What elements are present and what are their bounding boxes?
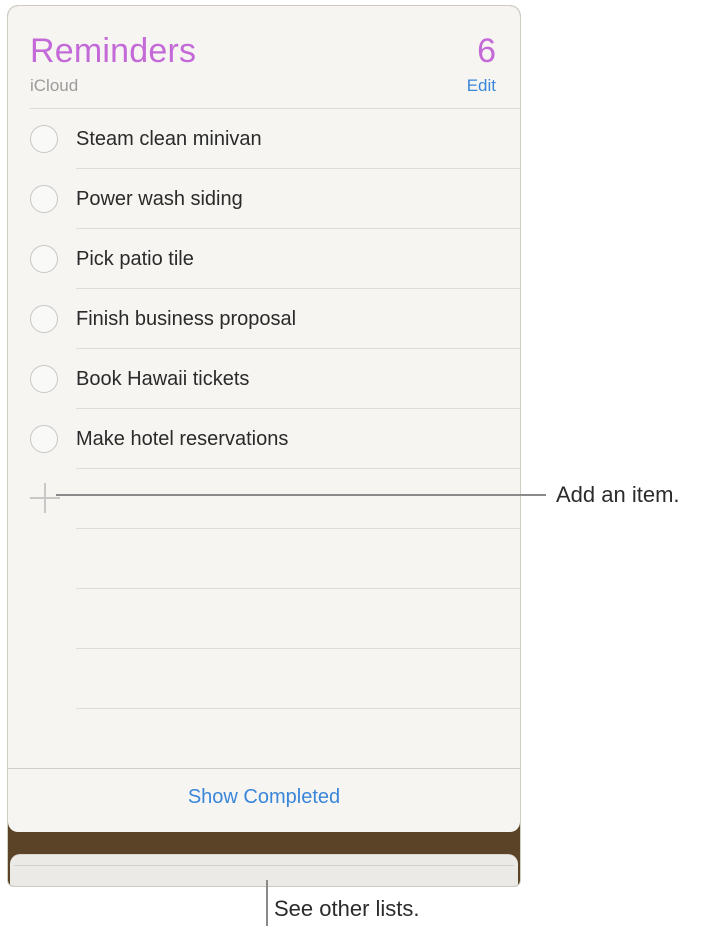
circle-icon[interactable] bbox=[30, 125, 58, 153]
footer-divider bbox=[8, 768, 520, 769]
reminders-app: Reminders 6 iCloud Edit Steam clean mini… bbox=[8, 6, 520, 886]
row-divider bbox=[76, 708, 520, 709]
add-item-callout-label: Add an item. bbox=[556, 482, 680, 507]
circle-icon[interactable] bbox=[30, 305, 58, 333]
plus-icon[interactable] bbox=[30, 483, 60, 513]
reminder-text[interactable]: Book Hawaii tickets bbox=[76, 368, 249, 391]
reminder-item[interactable]: Steam clean minivan bbox=[8, 109, 520, 169]
reminder-item[interactable]: Pick patio tile bbox=[8, 229, 520, 289]
reminders-list: Steam clean minivan Power wash siding Pi… bbox=[8, 109, 520, 709]
screenshot: Reminders 6 iCloud Edit Steam clean mini… bbox=[0, 0, 718, 942]
other-lists-callout-label: See other lists. bbox=[274, 896, 420, 921]
reminder-item[interactable]: Book Hawaii tickets bbox=[8, 349, 520, 409]
reminder-count: 6 bbox=[477, 32, 496, 70]
empty-row[interactable] bbox=[8, 529, 520, 589]
reminder-text[interactable]: Make hotel reservations bbox=[76, 428, 288, 451]
reminder-item[interactable]: Finish business proposal bbox=[8, 289, 520, 349]
reminder-text[interactable]: Power wash siding bbox=[76, 188, 243, 211]
list-title: Reminders bbox=[30, 32, 197, 70]
reminder-item[interactable]: Power wash siding bbox=[8, 169, 520, 229]
stack-divider bbox=[14, 865, 514, 866]
reminder-text[interactable]: Pick patio tile bbox=[76, 248, 194, 271]
empty-row[interactable] bbox=[8, 589, 520, 649]
empty-row[interactable] bbox=[8, 649, 520, 709]
reminder-text[interactable]: Steam clean minivan bbox=[76, 128, 262, 151]
other-lists-stack[interactable] bbox=[10, 854, 518, 886]
edit-button[interactable]: Edit bbox=[467, 76, 496, 96]
circle-icon[interactable] bbox=[30, 425, 58, 453]
reminder-item[interactable]: Make hotel reservations bbox=[8, 409, 520, 469]
other-lists-callout-line bbox=[266, 880, 268, 926]
show-completed-button[interactable]: Show Completed bbox=[8, 786, 520, 809]
circle-icon[interactable] bbox=[30, 245, 58, 273]
account-label: iCloud bbox=[30, 76, 79, 95]
add-item-callout-line bbox=[56, 494, 546, 496]
reminder-text[interactable]: Finish business proposal bbox=[76, 308, 296, 331]
reminders-list-card: Reminders 6 iCloud Edit Steam clean mini… bbox=[8, 6, 520, 832]
add-item-row[interactable] bbox=[8, 469, 520, 529]
circle-icon[interactable] bbox=[30, 365, 58, 393]
circle-icon[interactable] bbox=[30, 185, 58, 213]
